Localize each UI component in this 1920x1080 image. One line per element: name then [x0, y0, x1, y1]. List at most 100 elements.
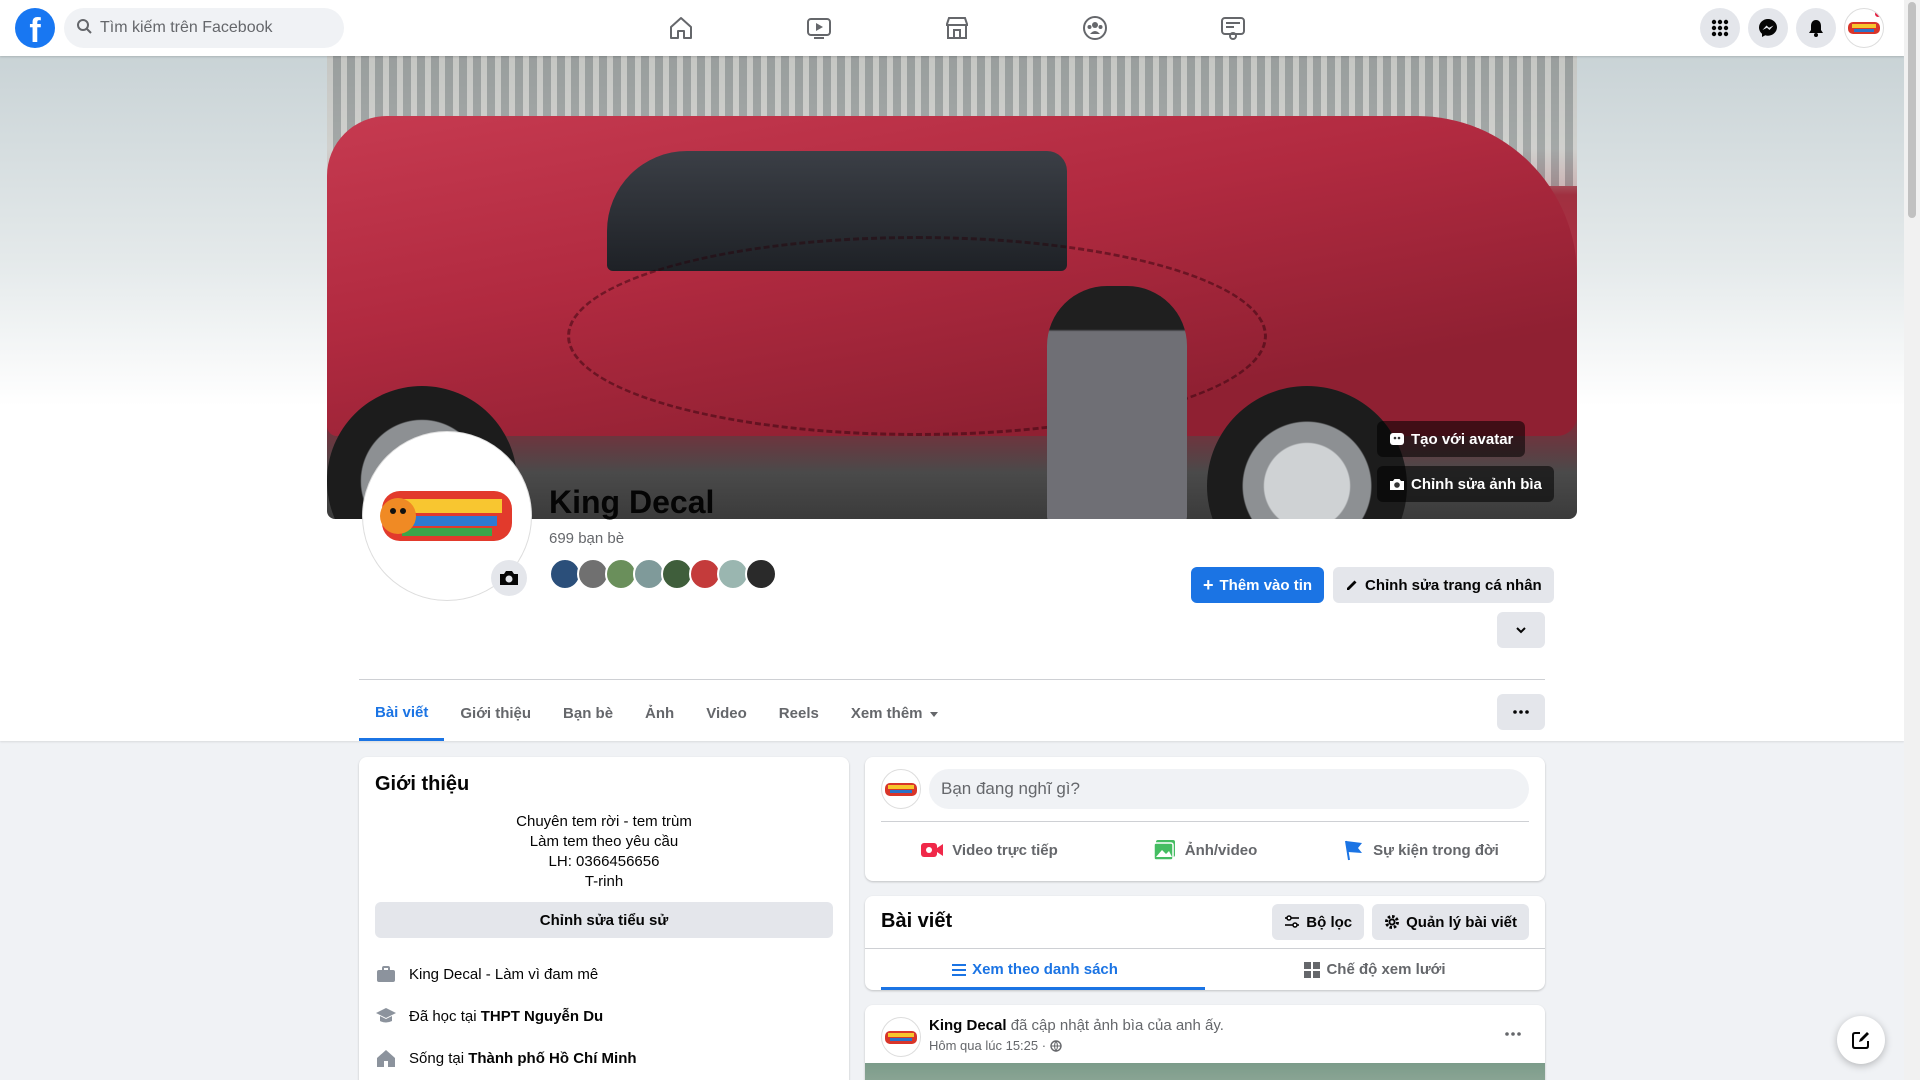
top-navigation-bar: f	[0, 0, 1904, 56]
friend-avatars	[549, 558, 777, 590]
chevron-down-icon	[1516, 627, 1526, 634]
education-place[interactable]: THPT Nguyễn Du	[481, 1008, 604, 1025]
pencil-icon	[1347, 580, 1357, 590]
filter-label: Bộ lọc	[1306, 913, 1353, 931]
manage-posts-label: Quản lý bài viết	[1406, 913, 1517, 931]
manage-posts-button[interactable]: Quản lý bài viết	[1372, 904, 1529, 940]
messenger-button[interactable]	[1748, 8, 1788, 48]
list-view-tab[interactable]: Xem theo danh sách	[865, 949, 1205, 990]
scrollbar-thumb[interactable]	[1908, 2, 1916, 218]
post-author[interactable]: King Decal	[929, 1017, 1007, 1034]
bio-line: Làm tem theo yêu cầu	[529, 833, 679, 850]
king-decal-logo	[380, 491, 512, 541]
life-event-button[interactable]: Sự kiện trong đời	[1313, 830, 1529, 870]
search-box[interactable]	[64, 8, 344, 48]
tab-photos[interactable]: Ảnh	[629, 686, 690, 741]
intro-card: Giới thiệu Chuyên tem rời - tem trùm Làm…	[359, 757, 849, 1080]
photo-video-label: Ảnh/video	[1184, 841, 1258, 859]
caret-down-icon	[929, 711, 938, 717]
compose-icon	[1852, 1032, 1869, 1049]
post-time[interactable]: Hôm qua lúc 15:25 ·	[929, 1038, 1046, 1053]
post-image[interactable]	[865, 1063, 1545, 1080]
composer-input[interactable]	[929, 769, 1529, 809]
more-dots-icon	[1513, 710, 1529, 714]
lives-info: Sống tại Thành phố Hồ Chí Minh	[375, 1046, 833, 1070]
search-icon	[76, 18, 92, 39]
search-input[interactable]	[100, 19, 320, 37]
edit-profile-button[interactable]: Chỉnh sửa trang cá nhân	[1333, 567, 1554, 603]
friend-avatar[interactable]	[745, 558, 777, 590]
profile-name: King Decal	[549, 484, 715, 520]
tab-more[interactable]: Xem thêm	[835, 686, 955, 741]
work-info: King Decal - Làm vì đam mê	[375, 962, 833, 986]
lives-place[interactable]: Thành phố Hồ Chí Minh	[468, 1050, 636, 1067]
grid-view-label: Chế độ xem lưới	[1326, 961, 1446, 978]
nav-home[interactable]	[612, 0, 750, 56]
groups-icon	[1083, 16, 1107, 40]
grid-icon	[1304, 961, 1321, 978]
list-view-label: Xem theo danh sách	[972, 961, 1118, 978]
composer-avatar[interactable]	[881, 769, 921, 809]
intro-title: Giới thiệu	[375, 773, 470, 795]
tab-label: Bạn bè	[563, 705, 614, 722]
nav-video[interactable]	[750, 0, 888, 56]
nav-marketplace[interactable]	[888, 0, 1026, 56]
grid-view-tab[interactable]: Chế độ xem lưới	[1205, 949, 1545, 990]
nav-groups[interactable]	[1026, 0, 1164, 56]
tab-label: Giới thiệu	[460, 705, 532, 722]
post-action: đã cập nhật ảnh bìa của anh ấy.	[1006, 1017, 1224, 1034]
live-video-label: Video trực tiếp	[952, 841, 1058, 859]
edit-profile-label: Chỉnh sửa trang cá nhân	[1365, 576, 1542, 594]
cover-photo[interactable]: Tạo với avatar Chỉnh sửa ảnh bìa	[327, 56, 1577, 519]
tab-about[interactable]: Giới thiệu	[444, 686, 547, 741]
account-avatar-button[interactable]	[1844, 8, 1884, 48]
post-composer: Video trực tiếp Ảnh/video Sự kiện trong …	[865, 757, 1545, 881]
briefcase-icon	[375, 963, 397, 985]
composer-divider	[881, 821, 1529, 822]
edit-bio-label: Chỉnh sửa tiểu sử	[539, 911, 669, 929]
home-icon	[670, 17, 692, 39]
post-options-button[interactable]	[1505, 1023, 1521, 1041]
edit-cover-label: Chỉnh sửa ảnh bìa	[1411, 475, 1542, 493]
tab-label: Video	[706, 705, 747, 722]
posts-title: Bài viết	[881, 910, 953, 932]
lives-prefix: Sống tại	[409, 1049, 465, 1067]
profile-options-dropdown[interactable]	[1497, 612, 1545, 648]
tab-videos[interactable]: Video	[690, 686, 763, 741]
photo-video-button[interactable]: Ảnh/video	[1097, 830, 1313, 870]
notifications-button[interactable]	[1796, 8, 1836, 48]
edit-cover-button[interactable]: Chỉnh sửa ảnh bìa	[1377, 466, 1554, 502]
live-video-button[interactable]: Video trực tiếp	[881, 830, 1097, 870]
edit-bio-button[interactable]: Chỉnh sửa tiểu sử	[375, 902, 833, 938]
graduation-cap-icon	[375, 1005, 397, 1027]
globe-icon	[1050, 1039, 1062, 1052]
bio-line: T-rinh	[584, 873, 624, 890]
tab-reels[interactable]: Reels	[763, 686, 835, 741]
tab-label: Xem thêm	[850, 705, 923, 722]
marketplace-icon	[946, 17, 968, 39]
facebook-logo[interactable]: f	[15, 8, 55, 48]
nav-gaming[interactable]	[1164, 0, 1302, 56]
more-dots-icon	[1505, 1032, 1521, 1036]
tab-posts[interactable]: Bài viết	[359, 686, 445, 741]
tab-friends[interactable]: Bạn bè	[547, 686, 629, 741]
bio: Chuyên tem rời - tem trùm Làm tem theo y…	[375, 812, 833, 892]
filter-icon	[1285, 915, 1300, 928]
page-scrollbar[interactable]	[1904, 0, 1920, 1080]
create-avatar-label: Tạo với avatar	[1411, 430, 1514, 448]
menu-button[interactable]	[1700, 8, 1740, 48]
house-icon	[375, 1047, 397, 1069]
friends-count[interactable]: 699 bạn bè	[549, 530, 624, 547]
new-message-button[interactable]	[1837, 1016, 1885, 1064]
create-with-avatar-button[interactable]: Tạo với avatar	[1377, 421, 1526, 457]
add-to-story-button[interactable]: + Thêm vào tin	[1191, 567, 1325, 603]
tab-label: Bài viết	[375, 703, 429, 721]
post-author-avatar[interactable]	[881, 1017, 921, 1057]
main-nav	[612, 0, 1302, 56]
tab-label: Ảnh	[645, 705, 675, 722]
photo-icon	[1152, 840, 1175, 861]
gear-icon	[1385, 915, 1400, 929]
filter-button[interactable]: Bộ lọc	[1272, 904, 1365, 940]
change-profile-picture-button[interactable]	[491, 560, 527, 596]
profile-more-button[interactable]	[1497, 694, 1545, 730]
